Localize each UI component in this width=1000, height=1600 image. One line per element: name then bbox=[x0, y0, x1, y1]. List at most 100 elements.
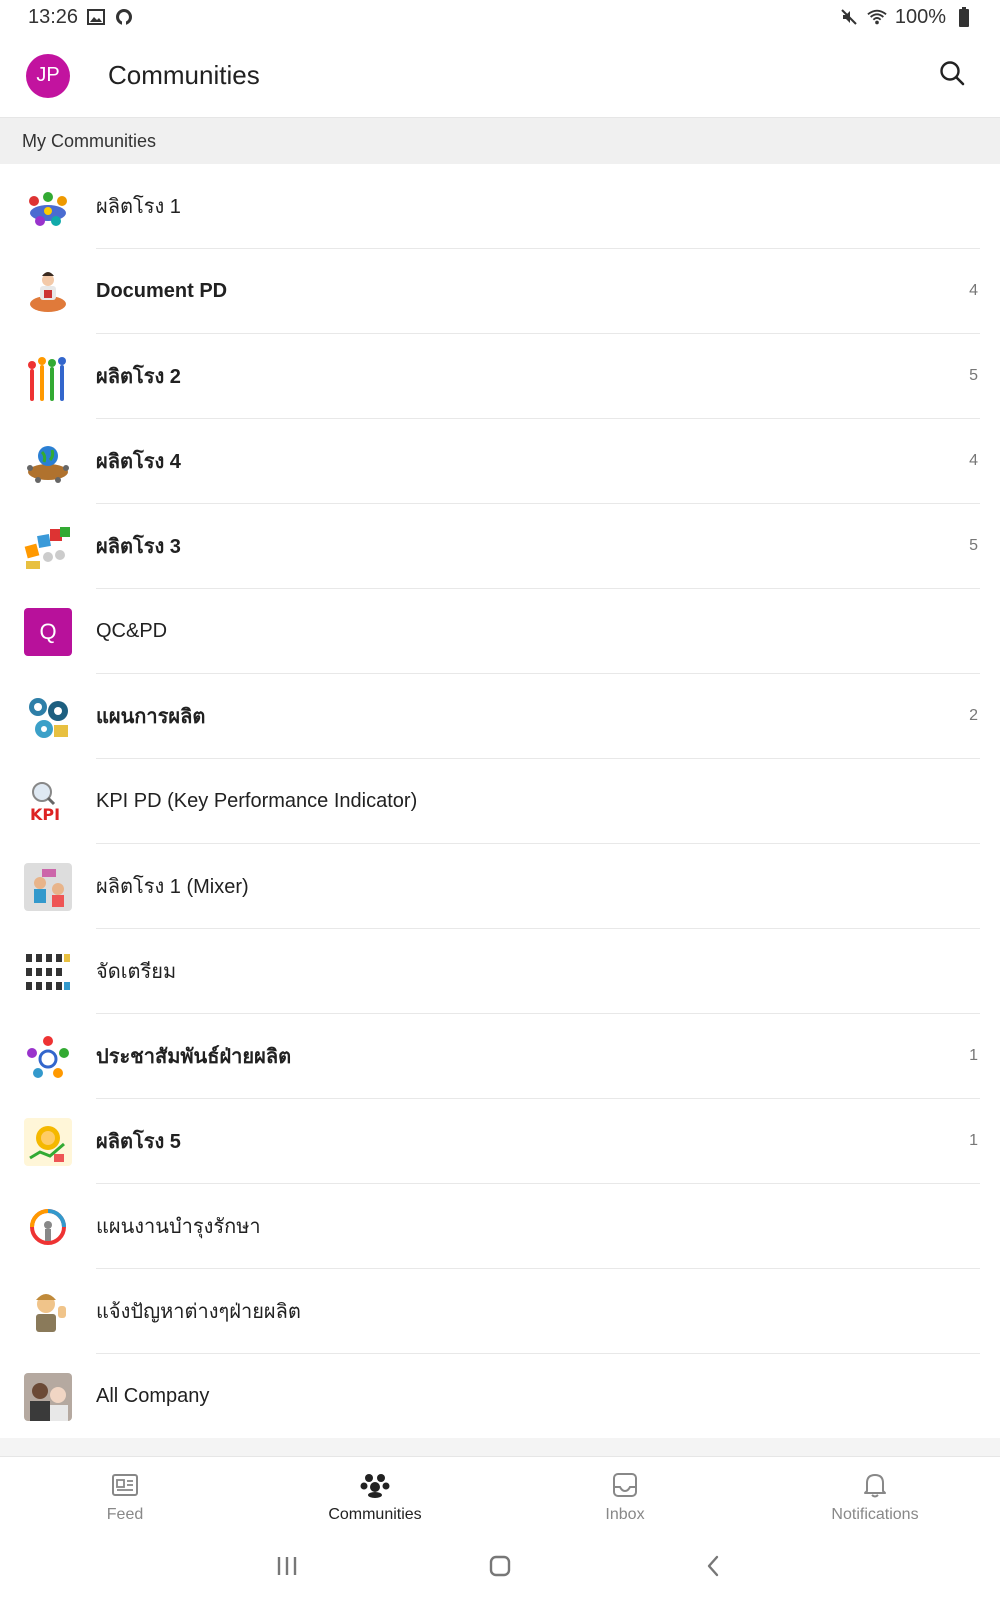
community-item[interactable]: Q QC&PD bbox=[0, 589, 1000, 674]
community-name: แจ้งปัญหาต่างๆฝ่ายผลิต bbox=[96, 1301, 301, 1323]
avatar[interactable]: JP bbox=[26, 53, 70, 98]
wifi-icon bbox=[867, 7, 887, 27]
nav-feed[interactable]: Feed bbox=[0, 1457, 250, 1536]
community-item[interactable]: ผลิตโรง 5 1 bbox=[0, 1099, 1000, 1184]
globe-meeting-icon bbox=[24, 438, 72, 486]
nav-notifications-label: Notifications bbox=[831, 1505, 919, 1523]
team-letters-icon bbox=[24, 523, 72, 571]
search-button[interactable] bbox=[932, 56, 972, 96]
community-item[interactable]: แจ้งปัญหาต่างๆฝ่ายผลิต bbox=[0, 1269, 1000, 1354]
community-name: KPI PD (Key Performance Indicator) bbox=[96, 789, 418, 812]
unread-count: 4 bbox=[969, 452, 978, 469]
nav-notifications[interactable]: Notifications bbox=[750, 1457, 1000, 1536]
community-item-content: Document PD 4 bbox=[96, 249, 980, 334]
target-person-icon bbox=[24, 1203, 72, 1251]
community-item[interactable]: ผลิตโรง 1 (Mixer) bbox=[0, 844, 1000, 929]
community-name: ผลิตโรง 1 bbox=[96, 196, 181, 218]
nav-inbox[interactable]: Inbox bbox=[500, 1457, 750, 1536]
community-item-content: ผลิตโรง 4 4 bbox=[96, 419, 980, 504]
community-name: ประชาสัมพันธ์ฝ่ายผลิต bbox=[96, 1046, 292, 1068]
document-worker-icon bbox=[24, 268, 72, 316]
kpi-magnifier-icon: KPI bbox=[24, 778, 72, 826]
sun-chart-icon bbox=[24, 1117, 72, 1166]
unread-count: 5 bbox=[969, 537, 978, 554]
community-name: จัดเตรียม bbox=[96, 961, 177, 983]
mute-icon bbox=[839, 7, 859, 27]
community-name: All Company bbox=[96, 1384, 210, 1407]
communities-list: ผลิตโรง 1 Document PD 4 ผลิตโรง 2 5 ผลิตโรง 4… bbox=[0, 164, 1000, 1439]
community-item[interactable]: ผลิตโรง 4 4 bbox=[0, 419, 1000, 504]
back-icon bbox=[703, 1554, 723, 1583]
status-left: 13:26 bbox=[28, 6, 134, 29]
nav-inbox-label: Inbox bbox=[605, 1505, 645, 1523]
inbox-icon bbox=[610, 1470, 640, 1500]
community-item[interactable]: KPI KPI PD (Key Performance Indicator) bbox=[0, 759, 1000, 844]
worker-thumbs-up-icon bbox=[24, 1288, 72, 1336]
unread-count: 1 bbox=[969, 1047, 978, 1064]
status-right: 100% bbox=[839, 6, 974, 29]
communities-icon bbox=[360, 1470, 390, 1500]
gears-team-icon bbox=[24, 693, 72, 741]
battery-icon bbox=[954, 7, 974, 27]
community-item-content: QC&PD bbox=[96, 589, 980, 674]
community-item-content: ผลิตโรง 5 1 bbox=[96, 1099, 980, 1184]
community-name: แผนการผลิต bbox=[96, 706, 206, 728]
community-item-content: ประชาสัมพันธ์ฝ่ายผลิต 1 bbox=[96, 1014, 980, 1099]
group-meeting-icon bbox=[24, 183, 72, 231]
feed-icon bbox=[110, 1470, 140, 1500]
community-item[interactable]: ผลิตโรง 1 bbox=[0, 164, 1000, 249]
bottom-nav: Feed Communities Inbox Notifications bbox=[0, 1456, 1000, 1536]
community-item-content: KPI PD (Key Performance Indicator) bbox=[96, 759, 980, 844]
kids-photo-icon bbox=[24, 862, 72, 911]
nav-communities[interactable]: Communities bbox=[250, 1457, 500, 1536]
community-name: แผนงานบำรุงรักษา bbox=[96, 1216, 261, 1238]
workers-grid-icon bbox=[24, 948, 72, 996]
community-item[interactable]: Document PD 4 bbox=[0, 249, 1000, 334]
search-icon bbox=[938, 59, 966, 92]
community-item-content: ผลิตโรง 1 (Mixer) bbox=[96, 844, 980, 929]
svg-text:KPI: KPI bbox=[30, 805, 60, 824]
home-button[interactable] bbox=[480, 1548, 520, 1588]
letter-q-icon: Q bbox=[24, 607, 72, 656]
sync-icon bbox=[114, 7, 134, 27]
community-item[interactable]: แผนการผลิต 2 bbox=[0, 674, 1000, 759]
status-time: 13:26 bbox=[28, 5, 79, 28]
community-item-content: ผลิตโรง 3 5 bbox=[96, 504, 980, 589]
community-item-content: จัดเตรียม bbox=[96, 929, 980, 1014]
back-button[interactable] bbox=[693, 1548, 733, 1588]
status-bar: 13:26 100% bbox=[0, 0, 1000, 34]
community-item[interactable]: แผนงานบำรุงรักษา bbox=[0, 1184, 1000, 1269]
recent-apps-button[interactable] bbox=[267, 1548, 307, 1588]
gallery-icon bbox=[86, 7, 106, 27]
unread-count: 5 bbox=[969, 367, 978, 384]
system-nav bbox=[0, 1536, 1000, 1600]
community-name: Document PD bbox=[96, 279, 228, 302]
page-title: Communities bbox=[108, 60, 260, 90]
community-name: ผลิตโรง 5 bbox=[96, 1131, 181, 1153]
list-end-divider bbox=[0, 1438, 1000, 1456]
nav-feed-label: Feed bbox=[106, 1505, 144, 1523]
community-item[interactable]: ผลิตโรง 3 5 bbox=[0, 504, 1000, 589]
community-item-content: แผนการผลิต 2 bbox=[96, 674, 980, 759]
community-item[interactable]: All Company bbox=[0, 1354, 1000, 1439]
battery-percent: 100% bbox=[894, 5, 946, 28]
community-name: ผลิตโรง 1 (Mixer) bbox=[96, 876, 249, 898]
community-item-content: ผลิตโรง 1 bbox=[96, 164, 980, 249]
community-name: ผลิตโรง 2 bbox=[96, 366, 181, 388]
community-item-content: ผลิตโรง 2 5 bbox=[96, 334, 980, 419]
community-item-content: All Company bbox=[96, 1354, 980, 1439]
community-name: ผลิตโรง 4 bbox=[96, 451, 181, 473]
section-header: My Communities bbox=[0, 118, 1000, 164]
recent-apps-icon bbox=[275, 1555, 299, 1582]
people-circle-icon bbox=[24, 1033, 72, 1081]
community-item-content: แผนงานบำรุงรักษา bbox=[96, 1184, 980, 1269]
unread-count: 1 bbox=[969, 1132, 978, 1149]
community-item[interactable]: ผลิตโรง 2 5 bbox=[0, 334, 1000, 419]
community-item[interactable]: ประชาสัมพันธ์ฝ่ายผลิต 1 bbox=[0, 1014, 1000, 1099]
family-photo-icon bbox=[24, 1372, 72, 1421]
community-item-content: แจ้งปัญหาต่างๆฝ่ายผลิต bbox=[96, 1269, 980, 1354]
community-item[interactable]: จัดเตรียม bbox=[0, 929, 1000, 1014]
people-hands-up-icon bbox=[24, 353, 72, 401]
community-name: QC&PD bbox=[96, 619, 168, 642]
home-icon bbox=[488, 1554, 512, 1583]
